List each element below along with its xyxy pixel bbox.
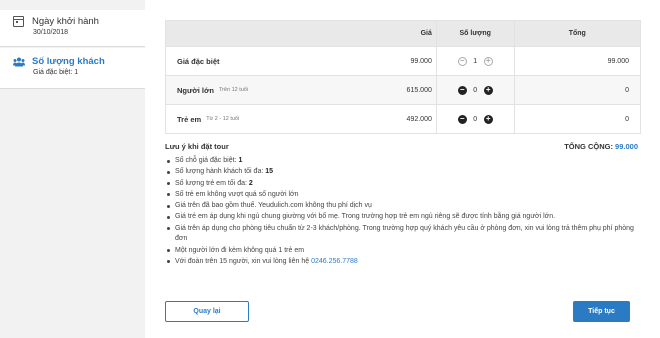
step-guest-count[interactable]: Số lượng khách Giá đặc biệt: 1 xyxy=(0,48,145,89)
grand-total-value: 99.000 xyxy=(615,142,638,151)
quantity-value: 1 xyxy=(473,57,478,65)
step-guest-value: Giá đặc biệt: 1 xyxy=(33,69,79,76)
row-name: Trẻ em xyxy=(177,114,202,124)
plus-icon[interactable]: + xyxy=(483,85,493,95)
list-item: Số lượng hành khách tối đa: 15 xyxy=(165,167,635,178)
row-total: 0 xyxy=(625,115,629,123)
row-price: 615.000 xyxy=(365,76,437,104)
minus-icon[interactable]: − xyxy=(457,56,467,66)
step-guest-title: Số lượng khách xyxy=(32,56,105,67)
notes-list: Số chỗ giá đặc biệt: 1 Số lượng hành khá… xyxy=(165,156,635,268)
row-hint: Trên 12 tuổi xyxy=(218,87,249,93)
calendar-icon xyxy=(13,16,24,27)
quantity-stepper: − 1 + xyxy=(437,47,515,75)
list-item: Số chỗ giá đặc biệt: 1 xyxy=(165,156,635,167)
header-qty: Số lượng xyxy=(437,21,515,46)
list-item: Với đoàn trên 15 người, xin vui lòng liê… xyxy=(165,257,635,268)
continue-button[interactable]: Tiếp tục xyxy=(573,301,630,322)
list-item: Một người lớn đi kèm không quá 1 trẻ em xyxy=(165,246,635,257)
plus-icon[interactable]: + xyxy=(483,56,493,66)
sidebar: Ngày khởi hành 30/10/2018 Số lượng khách… xyxy=(0,0,145,338)
row-price: 492.000 xyxy=(365,105,437,133)
contact-phone-link[interactable]: 0246.256.7788 xyxy=(311,258,358,265)
notes-title: Lưu ý khi đặt tour xyxy=(165,142,229,151)
minus-icon[interactable]: − xyxy=(457,114,467,124)
table-row: Người lớn Trên 12 tuổi 615.000 − 0 + 0 xyxy=(166,75,640,104)
price-table: Giá Số lượng Tổng Giá đặc biệt 99.000 − … xyxy=(165,20,641,134)
minus-icon[interactable]: − xyxy=(457,85,467,95)
header-total: Tổng xyxy=(568,30,586,37)
table-row: Giá đặc biệt 99.000 − 1 + 99.000 xyxy=(166,46,640,75)
row-hint: Từ 2 - 12 tuổi xyxy=(206,116,240,122)
table-header: Giá Số lượng Tổng xyxy=(166,21,640,46)
row-name: Giá đặc biệt xyxy=(177,56,220,66)
header-price: Giá xyxy=(365,21,437,46)
quantity-stepper: − 0 + xyxy=(437,76,515,104)
row-price: 99.000 xyxy=(365,47,437,75)
row-total: 0 xyxy=(625,86,629,94)
list-item: Số trẻ em không vượt quá số người lớn xyxy=(165,190,635,201)
main-panel: Giá Số lượng Tổng Giá đặc biệt 99.000 − … xyxy=(145,0,660,338)
list-item: Giá trẻ em áp dụng khi ngủ chung giường … xyxy=(165,212,635,223)
list-item: Giá trên áp dụng cho phòng tiêu chuẩn từ… xyxy=(165,224,635,245)
quantity-value: 0 xyxy=(473,86,478,94)
list-item: Giá trên đã bao gồm thuế. Yeudulich.com … xyxy=(165,201,635,212)
quantity-value: 0 xyxy=(473,115,478,123)
step-departure-title: Ngày khởi hành xyxy=(32,16,99,27)
users-icon xyxy=(13,57,25,66)
plus-icon[interactable]: + xyxy=(483,114,493,124)
row-name: Người lớn xyxy=(177,85,214,95)
row-total: 99.000 xyxy=(607,57,629,65)
quantity-stepper: − 0 + xyxy=(437,105,515,133)
back-button[interactable]: Quay lại xyxy=(165,301,249,322)
step-departure-value: 30/10/2018 xyxy=(33,29,69,36)
grand-total: TỔNG CỘNG: 99.000 xyxy=(564,142,638,151)
list-item: Số lượng trẻ em tối đa: 2 xyxy=(165,179,635,190)
grand-total-label: TỔNG CỘNG: xyxy=(564,142,613,151)
table-row: Trẻ em Từ 2 - 12 tuổi 492.000 − 0 + 0 xyxy=(166,104,640,133)
step-departure-date[interactable]: Ngày khởi hành 30/10/2018 xyxy=(0,10,145,47)
